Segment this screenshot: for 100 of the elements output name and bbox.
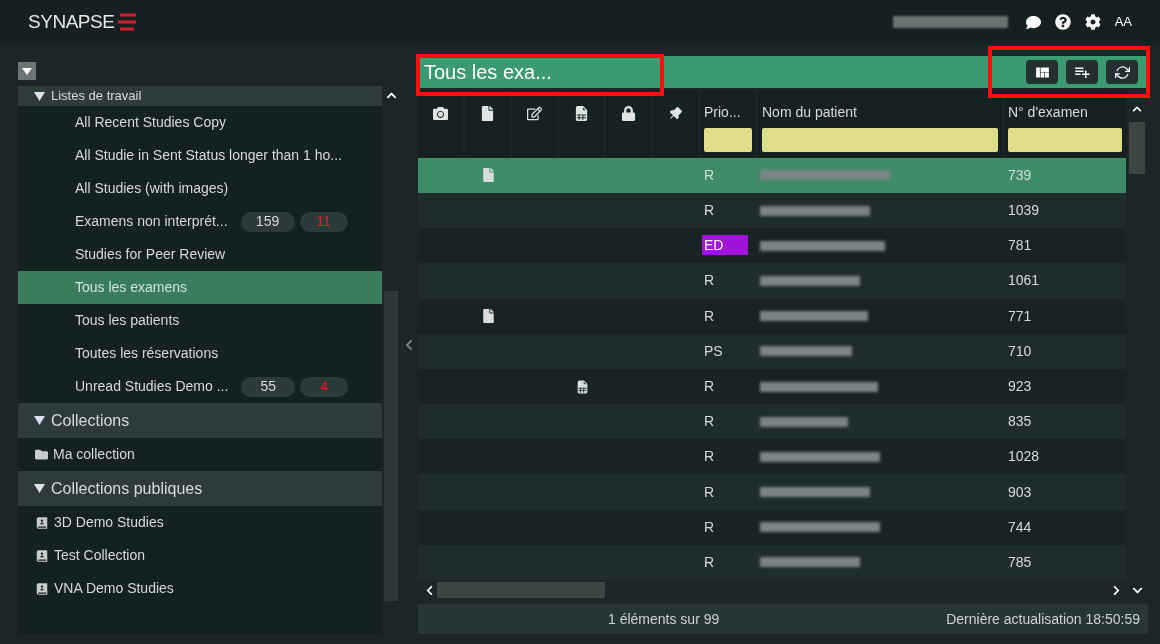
table-row[interactable]: PS 710	[418, 333, 1126, 369]
priority-cell-text: R	[703, 412, 716, 432]
sidebar-item-label: Unread Studies Demo ...	[75, 377, 229, 396]
filter-field[interactable]	[762, 128, 998, 152]
logo-mark-icon	[116, 13, 139, 31]
settings-icon[interactable]	[1084, 14, 1101, 30]
table-row[interactable]: R 1028	[418, 439, 1126, 475]
last-refresh: Dernière actualisation 18:50:59	[946, 609, 1140, 629]
scroll-left-icon[interactable]	[424, 584, 435, 596]
column-title: Prio...	[704, 103, 742, 122]
sidebar-item-label: Studies for Peer Review	[75, 245, 226, 264]
form-icon	[576, 379, 589, 394]
sidebar-item-label: Tous les patients	[75, 311, 180, 330]
column-header[interactable]	[559, 90, 604, 158]
list-title: Tous les exa...	[424, 60, 552, 85]
sidebar-item-label: Toutes les réservations	[75, 344, 219, 363]
filter-field[interactable]	[1008, 128, 1122, 152]
table-row[interactable]: R 923	[418, 368, 1126, 405]
exam-number-cell-text: 835	[1008, 412, 1032, 432]
app-logo: SYNAPSE	[28, 7, 139, 37]
sidebar-item-label: 3D Demo Studies	[54, 513, 164, 532]
urgent-count-badge: 4	[300, 376, 349, 397]
add-list-button[interactable]	[1066, 60, 1098, 84]
sidebar-item[interactable]: All Studie in Sent Status longer than 1 ho...	[18, 139, 382, 172]
column-header[interactable]	[512, 90, 557, 158]
scroll-up-icon[interactable]	[1132, 104, 1142, 114]
sidebar-item-label: All Recent Studies Copy	[75, 113, 226, 132]
section-header[interactable]: Collections publiques	[18, 471, 382, 506]
help-icon[interactable]	[1054, 14, 1071, 30]
column-header[interactable]	[653, 90, 698, 158]
column-header[interactable]	[418, 90, 463, 158]
exam-number-cell-text: 1061	[1008, 271, 1040, 291]
exam-number-cell-text: 903	[1008, 482, 1032, 502]
caret-icon	[34, 91, 45, 101]
sidebar-item[interactable]: Test Collection	[18, 539, 382, 572]
edit-icon	[527, 106, 542, 121]
column-header[interactable]	[465, 90, 510, 158]
layout-button[interactable]	[1026, 60, 1058, 84]
sidebar-item[interactable]: Unread Studies Demo ... 55 4	[18, 370, 382, 403]
folder-icon	[35, 448, 48, 461]
shared-folder-icon	[35, 581, 49, 596]
sidebar-item[interactable]: Studies for Peer Review	[18, 238, 382, 271]
scrollbar-thumb[interactable]	[1129, 122, 1145, 174]
filter-field[interactable]	[704, 128, 752, 152]
item-count: 1 éléments sur 99	[608, 609, 720, 629]
collapse-left-icon[interactable]	[405, 339, 413, 351]
column-header[interactable]: Prio...	[700, 90, 756, 158]
shared-folder-icon	[35, 515, 49, 530]
table-row[interactable]: R 1039	[418, 193, 1126, 229]
column-header[interactable]: N° d'examen	[1004, 90, 1126, 158]
sidebar-item[interactable]: Examens non interprét... 159 11	[18, 205, 382, 238]
sidebar-item[interactable]: All Recent Studies Copy	[18, 106, 382, 139]
sidebar-item-label: All Studie in Sent Status longer than 1 ho...	[75, 146, 342, 165]
sidebar-item[interactable]: All Studies (with images)	[18, 172, 382, 205]
column-header[interactable]: Nom du patient	[758, 90, 1002, 158]
column-header[interactable]	[606, 90, 651, 158]
table-row[interactable]: R 1061	[418, 263, 1126, 299]
sidebar-item[interactable]: Ma collection	[18, 438, 382, 471]
sidebar-item-label: Tous les examens	[75, 278, 188, 297]
sidebar-item-label: All Studies (with images)	[75, 179, 229, 198]
sidebar-item[interactable]: VNA Demo Studies	[18, 572, 382, 605]
sidebar-item[interactable]: Toutes les réservations	[18, 337, 382, 370]
lock-icon	[621, 106, 636, 121]
exam-number-cell-text: 923	[1008, 377, 1032, 396]
camera-icon	[433, 106, 448, 121]
sidebar-item-label: Ma collection	[53, 445, 135, 464]
form-icon	[574, 106, 589, 121]
table-row[interactable]: ED 781	[418, 228, 1126, 264]
font-size-button[interactable]: AA	[1114, 12, 1132, 32]
sidebar-item[interactable]: 3D Demo Studies	[18, 506, 382, 539]
scroll-right-icon[interactable]	[1111, 584, 1122, 596]
priority-cell: ED	[702, 235, 748, 256]
chat-icon[interactable]	[1025, 14, 1041, 30]
sidebar-item-label: VNA Demo Studies	[54, 579, 174, 598]
section-header[interactable]: Listes de travail	[18, 86, 382, 106]
priority-cell-text: R	[703, 482, 716, 502]
caret-icon	[34, 416, 45, 425]
count-badge: 55	[241, 376, 296, 397]
document-icon	[482, 168, 495, 183]
table-row[interactable]: R 744	[418, 509, 1126, 545]
exam-number-cell-text: 710	[1008, 341, 1032, 361]
exam-number-cell-text: 771	[1008, 306, 1032, 326]
scroll-down-icon[interactable]	[1131, 585, 1143, 596]
table-row[interactable]: R 835	[418, 404, 1126, 440]
table-row[interactable]: R 785	[418, 544, 1126, 581]
sidebar-item[interactable]: Tous les patients	[18, 304, 382, 337]
table-row[interactable]: R 903	[418, 474, 1126, 510]
collapse-button[interactable]	[18, 62, 36, 80]
exam-number-cell-text: 785	[1008, 552, 1032, 572]
exam-number-cell-text: 739	[1008, 165, 1032, 185]
sidebar-item[interactable]: Tous les examens	[18, 271, 382, 304]
section-header[interactable]: Collections	[18, 403, 382, 438]
sidebar-item-label: Test Collection	[54, 546, 146, 565]
table-row[interactable]: R 771	[418, 298, 1126, 334]
shared-folder-icon	[35, 548, 49, 563]
document-icon	[482, 309, 495, 324]
refresh-button[interactable]	[1106, 60, 1138, 84]
exam-number-cell-text: 1028	[1008, 447, 1040, 467]
scrollbar-thumb[interactable]	[437, 582, 605, 598]
scroll-up-icon[interactable]	[385, 90, 397, 101]
